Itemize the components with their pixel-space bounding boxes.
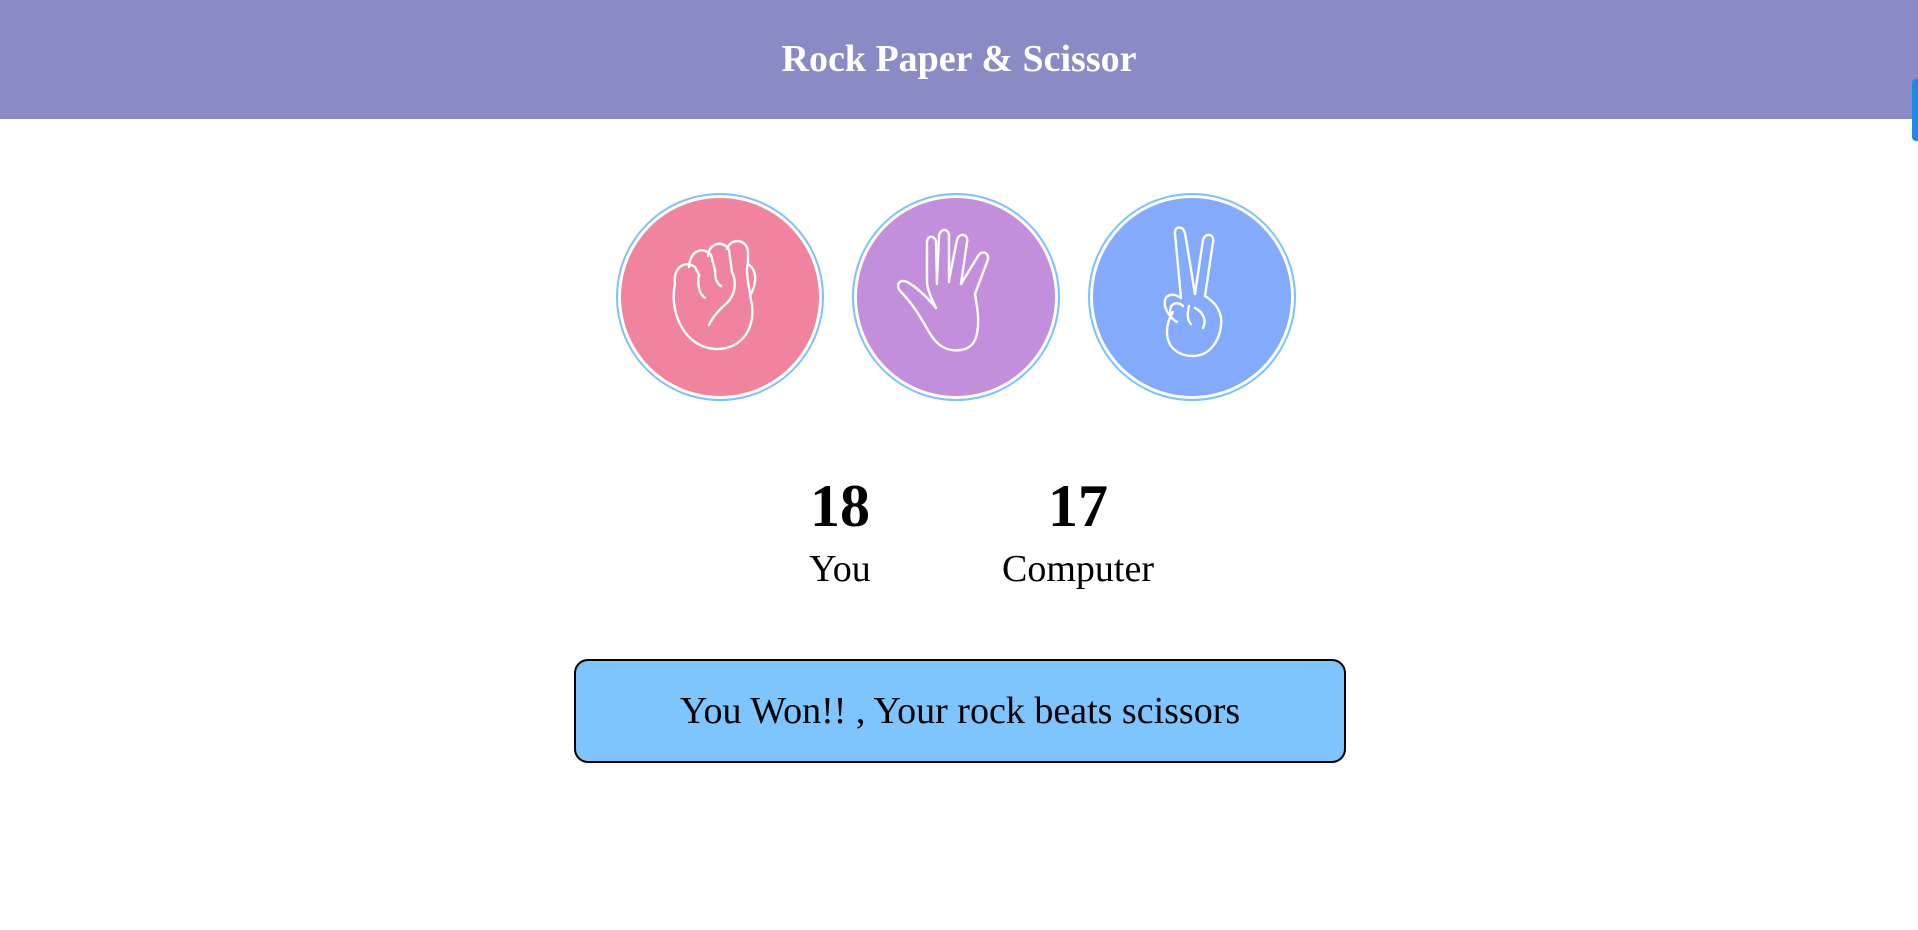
app-header: Rock Paper & Scissor: [0, 0, 1918, 119]
computer-score-value: 17: [1048, 473, 1108, 539]
user-score: 18 You: [721, 476, 959, 588]
scissors-choice-button[interactable]: [1088, 193, 1296, 401]
choices-row: [0, 193, 1915, 401]
paper-hand-icon: [896, 228, 990, 352]
paper-choice-button[interactable]: [852, 193, 1060, 401]
result-message: You Won!! , Your rock beats scissors: [679, 690, 1241, 732]
rock-choice-circle: [621, 198, 819, 396]
page-title: Rock Paper & Scissor: [781, 37, 1137, 80]
user-score-label: You: [809, 548, 871, 590]
computer-score-label: Computer: [1002, 548, 1154, 590]
computer-score: 17 Computer: [959, 476, 1197, 588]
scoreboard: 18 You 17 Computer: [0, 476, 1918, 588]
side-scroll-tab[interactable]: [1912, 79, 1918, 141]
scissors-choice-circle: [1093, 198, 1291, 396]
scissors-hand-icon: [1163, 226, 1223, 358]
rock-hand-icon: [672, 239, 757, 351]
paper-choice-circle: [857, 198, 1055, 396]
rock-choice-button[interactable]: [616, 193, 824, 401]
user-score-value: 18: [810, 473, 870, 539]
result-message-box: You Won!! , Your rock beats scissors: [574, 659, 1346, 763]
